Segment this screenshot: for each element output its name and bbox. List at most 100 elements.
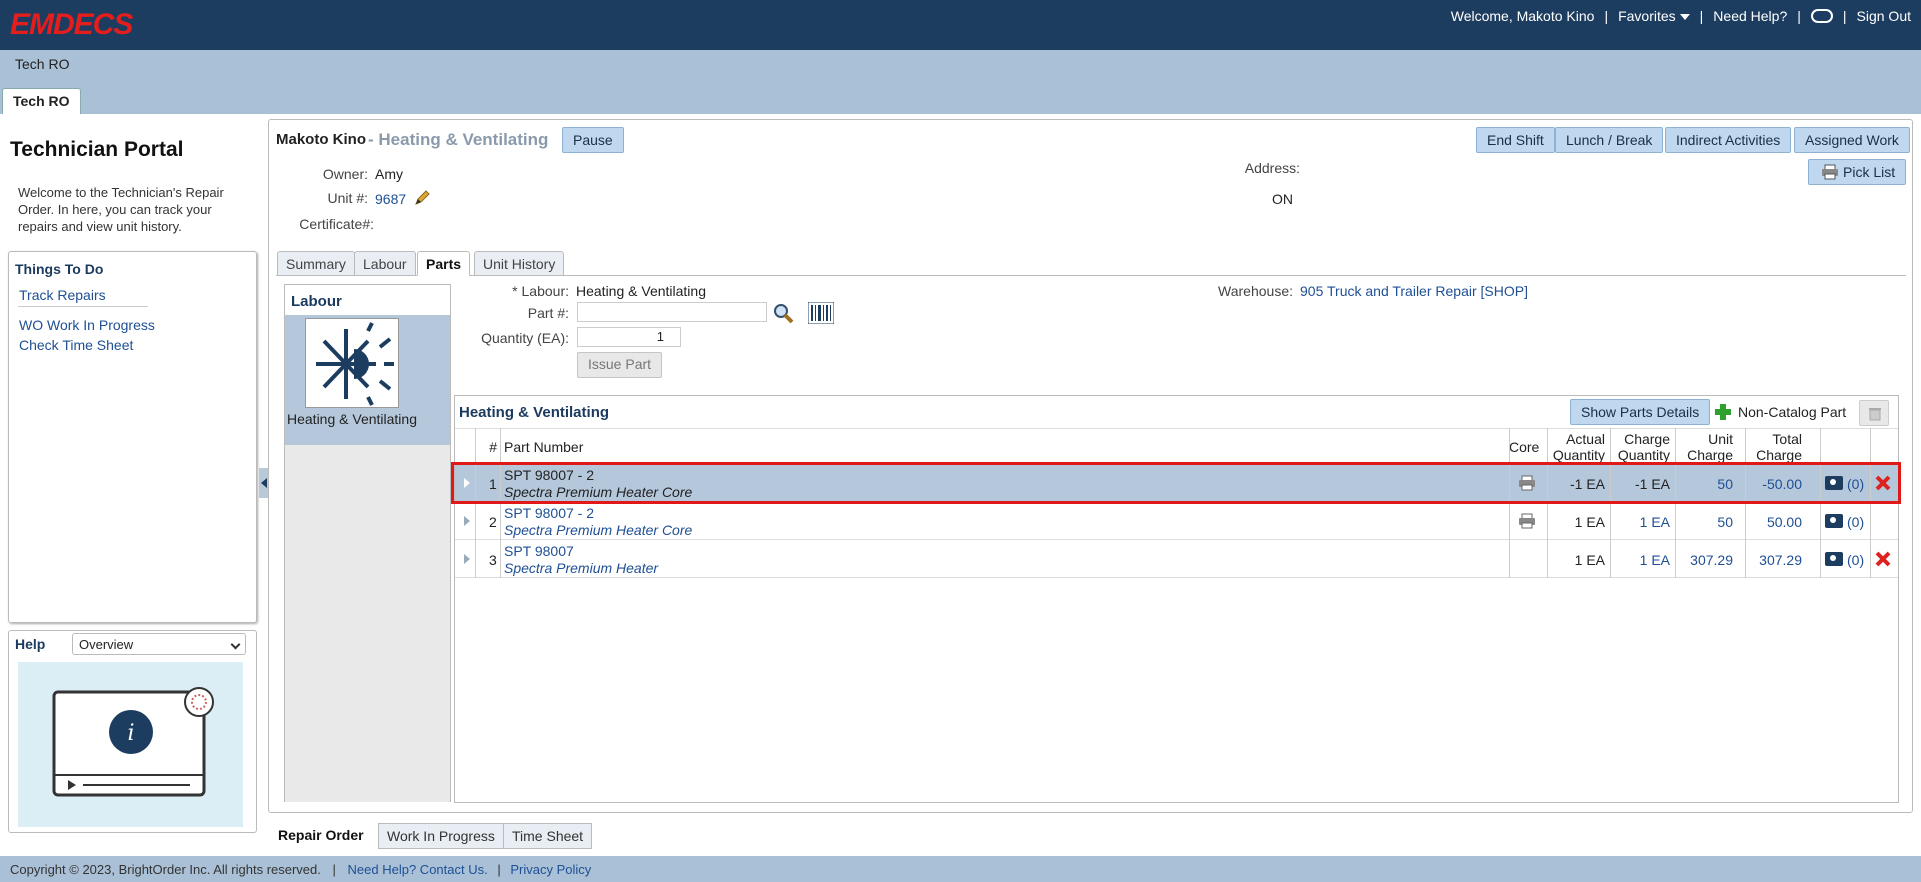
tab-tech-ro[interactable]: Tech RO [2, 88, 81, 114]
part-description: Spectra Premium Heater Core [504, 522, 693, 538]
part-number-label: Part #: [527, 305, 569, 321]
unit-charge: 50 [1717, 514, 1733, 530]
owner-label: Owner: [322, 166, 368, 182]
help-topic-value: Overview [79, 637, 134, 652]
sign-out-link[interactable]: Sign Out [1857, 8, 1911, 24]
check-time-sheet-link[interactable]: Check Time Sheet [19, 337, 133, 353]
col-charge-line1: Charge [1624, 431, 1670, 447]
total-charge: 307.29 [1759, 552, 1802, 568]
show-parts-details-button[interactable]: Show Parts Details [1570, 399, 1711, 425]
emdecs-logo[interactable]: EMDECS [10, 8, 133, 42]
col-total-line1: Total [1772, 431, 1802, 447]
address-label: Address: [1244, 160, 1300, 176]
owner-value: Amy [375, 166, 403, 182]
warehouse-label: Warehouse: [1218, 283, 1293, 299]
divider [18, 306, 148, 307]
quantity-value: 1 [656, 329, 664, 344]
col-actual-quantity: Actual Quantity [1545, 431, 1605, 463]
unit-charge: 307.29 [1690, 552, 1733, 568]
printer-icon[interactable] [1518, 513, 1536, 529]
tab-unit-history[interactable]: Unit History [474, 251, 565, 276]
parts-grid-title: Heating & Ventilating [459, 404, 610, 421]
sub-bar [0, 50, 1921, 100]
tab-time-sheet[interactable]: Time Sheet [503, 823, 593, 849]
portal-title: Technician Portal [10, 138, 184, 161]
table-row[interactable]: 3 SPT 98007 Spectra Premium Heater 1 EA … [455, 541, 1898, 578]
favorites-label: Favorites [1618, 8, 1676, 24]
pick-list-button[interactable]: Pick List [1808, 159, 1907, 185]
charge-quantity: 1 EA [1639, 514, 1670, 530]
part-number-input[interactable] [577, 302, 767, 322]
pick-list-label: Pick List [1843, 164, 1896, 180]
tab-work-in-progress[interactable]: Work In Progress [378, 823, 504, 849]
separator: | [1699, 8, 1704, 24]
photo-count[interactable]: (0) [1847, 552, 1864, 568]
lunch-break-button[interactable]: Lunch / Break [1555, 127, 1664, 153]
favorites-menu[interactable]: Favorites [1618, 8, 1690, 24]
tab-parts[interactable]: Parts [417, 251, 471, 276]
portal-intro: Welcome to the Technician's Repair Order… [18, 185, 224, 234]
charge-quantity: 1 EA [1639, 552, 1670, 568]
labour-field-value: Heating & Ventilating [576, 283, 706, 299]
expand-row-icon[interactable] [464, 516, 470, 526]
delete-row-icon[interactable] [1874, 550, 1892, 568]
assigned-work-button[interactable]: Assigned Work [1794, 127, 1910, 153]
search-icon[interactable] [772, 302, 794, 324]
app-name: Tech RO [15, 56, 70, 72]
actual-quantity: 1 EA [1574, 552, 1605, 568]
help-video-thumbnail[interactable]: i [18, 662, 243, 827]
col-number: # [489, 439, 497, 455]
table-row[interactable]: 2 SPT 98007 - 2 Spectra Premium Heater C… [455, 503, 1898, 540]
contact-us-link[interactable]: Need Help? Contact Us. [348, 862, 488, 877]
labour-item-label: Heating & Ventilating [287, 411, 417, 427]
quantity-stepper[interactable]: 1 [577, 327, 681, 347]
parts-grid-header: # Part Number Core Actual Quantity Charge… [455, 428, 1898, 464]
delete-button[interactable] [1859, 400, 1889, 426]
footer: Copyright © 2023, BrightOrder Inc. All r… [0, 856, 1921, 882]
current-job: - Heating & Ventilating [368, 130, 549, 149]
chevron-down-icon [230, 639, 241, 650]
col-total-line2: Charge [1756, 447, 1802, 463]
unit-link[interactable]: 9687 [375, 191, 406, 207]
tab-summary[interactable]: Summary [277, 251, 355, 276]
indirect-activities-button[interactable]: Indirect Activities [1665, 127, 1792, 153]
privacy-policy-link[interactable]: Privacy Policy [510, 862, 591, 877]
part-number-link[interactable]: SPT 98007 [504, 543, 574, 559]
heating-ventilating-icon [305, 318, 399, 408]
camera-icon[interactable] [1825, 552, 1843, 566]
need-help-link[interactable]: Need Help? [1713, 8, 1787, 24]
separator: | [1797, 8, 1801, 24]
selected-row-highlight [451, 462, 1901, 504]
wo-work-in-progress-link[interactable]: WO Work In Progress [19, 317, 155, 333]
things-to-do-title: Things To Do [15, 261, 104, 277]
non-catalog-part-label: Non-Catalog Part [1738, 404, 1847, 420]
svg-text:i: i [127, 721, 134, 746]
photo-count[interactable]: (0) [1847, 514, 1864, 530]
tab-labour[interactable]: Labour [354, 251, 416, 276]
unit-label: Unit #: [327, 190, 368, 206]
row-number: 2 [489, 514, 497, 530]
pencil-edit-icon[interactable] [413, 189, 431, 207]
separator: | [497, 862, 501, 877]
issue-part-button[interactable]: Issue Part [577, 352, 663, 378]
help-topic-select[interactable]: Overview [72, 633, 246, 655]
warehouse-link[interactable]: 905 Truck and Trailer Repair [SHOP] [1300, 283, 1528, 299]
non-catalog-part-button[interactable]: Non-Catalog Part [1714, 403, 1846, 421]
labour-list-title: Labour [291, 293, 342, 310]
info-video-icon: i [52, 687, 214, 797]
labour-list-empty-area [285, 445, 450, 802]
technician-name: Makoto Kino [276, 131, 366, 148]
pause-button[interactable]: Pause [562, 127, 624, 153]
col-actual-line1: Actual [1566, 431, 1605, 447]
separator: | [1604, 8, 1609, 24]
barcode-icon[interactable] [808, 302, 834, 324]
end-shift-button[interactable]: End Shift [1476, 127, 1555, 153]
tab-repair-order[interactable]: Repair Order [270, 823, 372, 849]
help-title: Help [15, 636, 46, 652]
part-number-link[interactable]: SPT 98007 - 2 [504, 505, 594, 521]
track-repairs-link[interactable]: Track Repairs [19, 287, 106, 303]
expand-row-icon[interactable] [464, 554, 470, 564]
chat-icon[interactable] [1810, 9, 1833, 23]
camera-icon[interactable] [1825, 514, 1843, 528]
total-charge: 50.00 [1766, 514, 1802, 530]
